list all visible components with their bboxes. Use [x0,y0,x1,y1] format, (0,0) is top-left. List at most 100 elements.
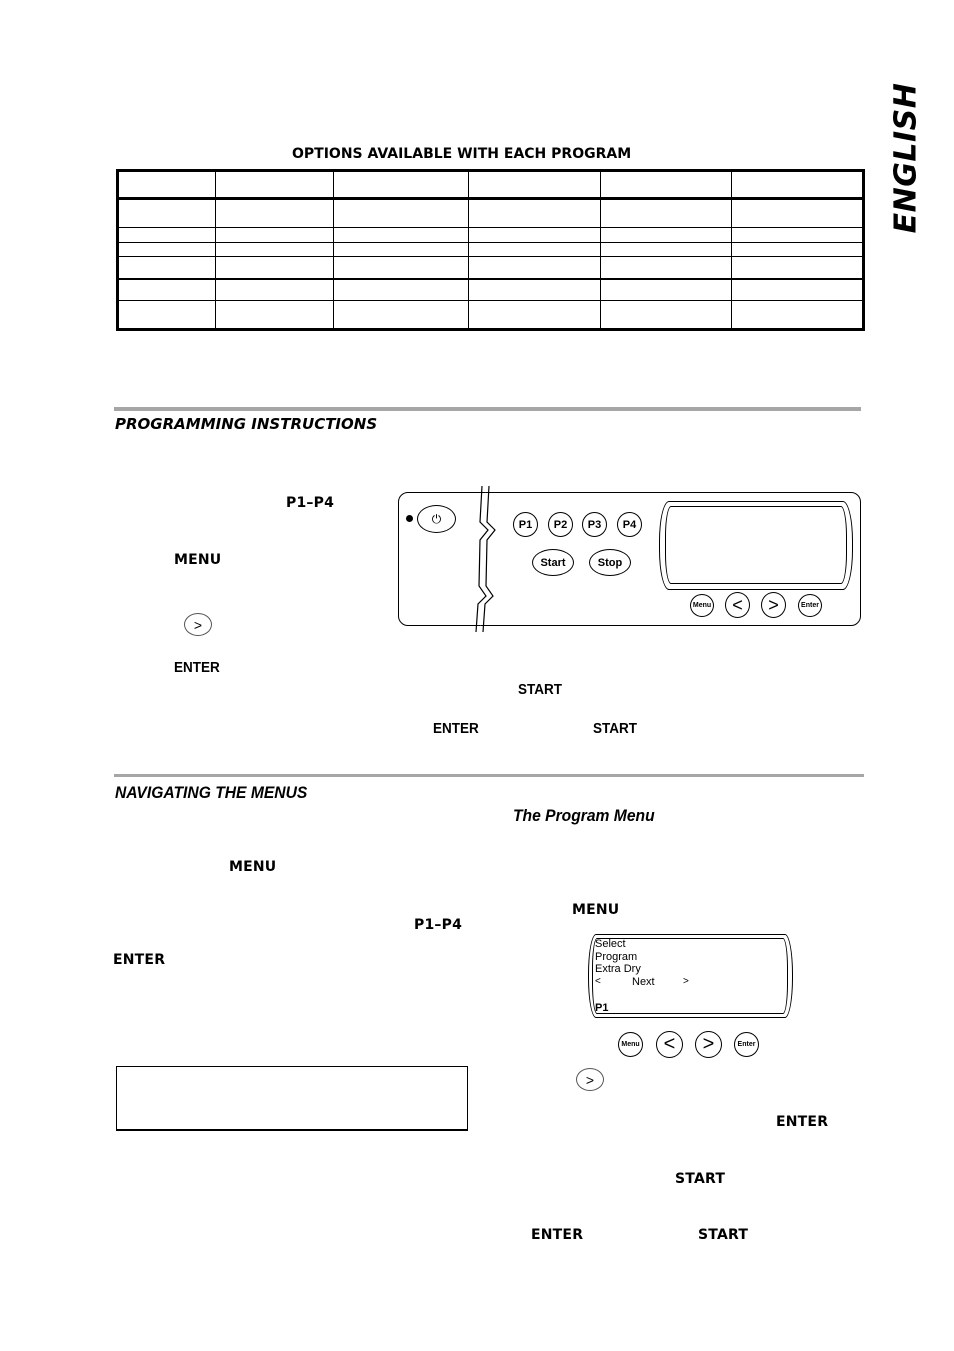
next-button[interactable]: > [761,592,786,618]
table-cell [468,277,601,301]
next-arrow-glyph: > [193,616,203,633]
table-cell [333,197,469,229]
keyword-start: START [698,1227,749,1243]
power-icon: ⏻ [431,511,442,526]
lcd-program-indicator: P1 [595,1002,609,1014]
lcd-nav-right: > [683,976,689,987]
table-cell [333,241,469,258]
table-cell [117,256,216,280]
keyword-menu: MENU [229,859,277,875]
section-divider [114,407,861,411]
keyword-start: START [518,681,563,698]
table-cell [600,241,732,258]
panel-break-line [475,485,496,633]
program-button-p3[interactable]: P3 [582,512,607,537]
next-arrow-icon: > [184,613,212,636]
section-divider [114,774,864,777]
table-cell [468,241,601,258]
table-cell [215,227,334,243]
table-cell [468,197,601,229]
program-menu-heading: The Program Menu [513,806,655,825]
note-box [116,1066,468,1131]
keyword-enter: ENTER [433,720,479,737]
table-cell [117,227,216,243]
stop-button-label: Stop [597,556,623,569]
table-cell [731,241,864,258]
enter-button[interactable]: Enter [798,594,822,617]
table-header-cell [333,170,469,200]
table-cell [731,227,864,243]
enter-button-label: Enter [737,1041,756,1048]
keyword-enter: ENTER [113,952,166,968]
stop-button[interactable]: Stop [589,549,631,576]
previous-button[interactable]: < [656,1031,683,1058]
table-cell [333,256,469,280]
program-button-p4[interactable]: P4 [617,512,642,537]
table-cell [333,277,469,301]
start-button[interactable]: Start [532,549,574,576]
table-header-cell [215,170,334,200]
keyword-enter: ENTER [776,1114,829,1130]
menu-button-label: Menu [692,602,712,609]
navigating-menus-heading: NAVIGATING THE MENUS [115,783,308,802]
lcd-nav-left: < [595,976,601,987]
table-cell [468,256,601,280]
table-cell [468,299,601,331]
chevron-right-icon: > [768,594,779,615]
previous-button[interactable]: < [725,592,750,618]
table-header-row [117,170,864,200]
table-row [117,241,864,258]
table-cell [600,277,732,301]
table-cell [731,299,864,331]
table-cell [468,227,601,243]
lcd-line-select: Select [595,938,626,950]
keyword-p1-p4: P1–P4 [286,495,335,511]
keyword-enter: ENTER [174,659,220,676]
table-cell [333,299,469,331]
program-button-label: P1 [518,518,533,531]
table-header-cell [117,170,216,200]
table-cell [731,277,864,301]
menu-button-label: Menu [621,1041,640,1048]
lcd-nav-label: Next [632,976,655,988]
lcd-line-program: Program [595,951,638,963]
options-table-title: OPTIONS AVAILABLE WITH EACH PROGRAM [292,146,632,162]
program-button-label: P3 [587,518,602,531]
language-tab-label: ENGLISH [888,82,924,234]
table-cell [215,197,334,229]
program-button-p2[interactable]: P2 [548,512,573,537]
keyword-menu: MENU [174,552,222,568]
table-cell [215,299,334,331]
program-button-label: P4 [622,518,637,531]
keyword-start: START [675,1171,726,1187]
table-cell [215,277,334,301]
start-button-label: Start [540,556,566,569]
program-button-p1[interactable]: P1 [513,512,538,537]
power-indicator-led [406,515,413,522]
menu-button[interactable]: Menu [690,594,714,617]
enter-button[interactable]: Enter [734,1032,759,1057]
keyword-start: START [593,720,638,737]
table-row [117,227,864,243]
lcd-display [665,506,847,584]
programming-instructions-heading: PROGRAMMING INSTRUCTIONS [115,415,378,433]
menu-button[interactable]: Menu [618,1032,643,1057]
enter-button-label: Enter [801,602,819,609]
keyword-menu: MENU [572,902,620,918]
table-cell [117,241,216,258]
table-cell [215,241,334,258]
table-header-cell [468,170,601,200]
table-cell [731,256,864,280]
options-table [116,169,865,331]
program-button-label: P2 [553,518,568,531]
table-header-cell [731,170,864,200]
keyword-p1-p4: P1–P4 [414,917,463,933]
table-row [117,299,864,331]
table-cell [117,299,216,331]
table-cell [215,256,334,280]
next-button[interactable]: > [695,1031,722,1058]
power-button[interactable]: ⏻ [417,505,456,533]
lcd-line-program-name: Extra Dry [595,963,641,975]
next-arrow-glyph: > [585,1071,595,1088]
chevron-left-icon: < [663,1033,676,1055]
